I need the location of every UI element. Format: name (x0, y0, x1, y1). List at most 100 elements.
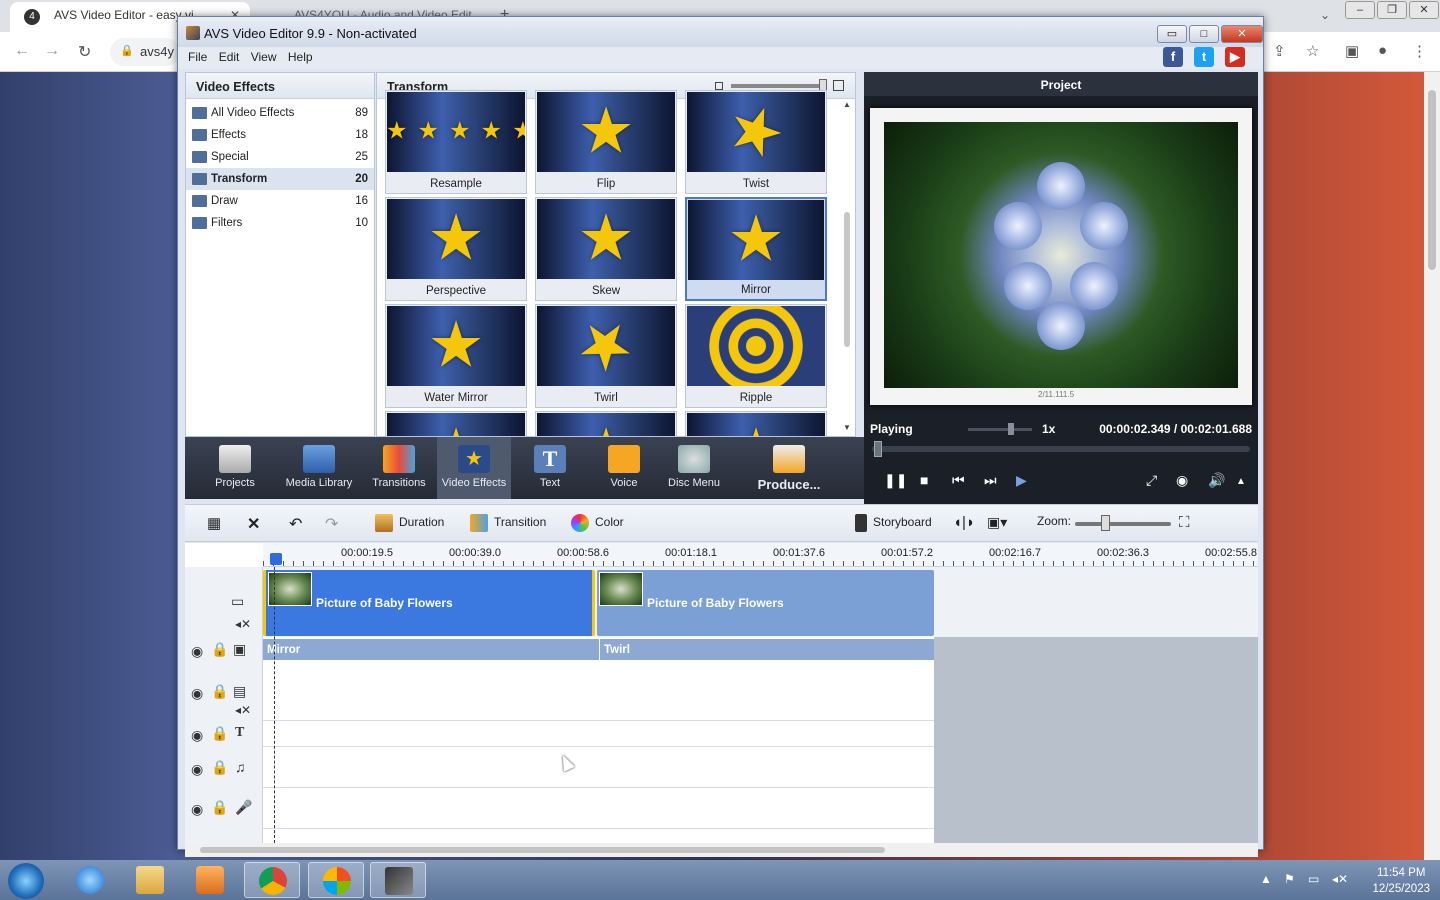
reload-icon[interactable]: ↻ (78, 42, 91, 62)
mute-icon[interactable]: ◂✕ (235, 617, 251, 631)
category-filters[interactable]: Filters 10 (186, 212, 374, 234)
slider-track[interactable] (731, 84, 823, 88)
category-special[interactable]: Special 25 (186, 146, 374, 168)
timeline-scrollbar[interactable] (185, 843, 1258, 857)
color-button[interactable]: Color (571, 514, 624, 532)
speed-slider-track[interactable] (968, 428, 1032, 431)
taskbar-windows-app[interactable] (308, 862, 364, 898)
menu-help[interactable]: Help (288, 50, 313, 64)
effect-tile-water-mirror[interactable]: ★ Water Mirror (385, 304, 527, 408)
eye-icon[interactable]: ◉ (191, 643, 203, 660)
storyboard-button[interactable]: Storyboard (855, 514, 932, 532)
app-minimize-button[interactable]: ▭ (1157, 25, 1187, 43)
effect-tile-twirl[interactable]: ★ Twirl (535, 304, 677, 408)
fit-to-window-icon[interactable]: ⛶ (1179, 514, 1190, 531)
app-close-button[interactable]: ✕ (1221, 25, 1263, 43)
effect-tile-perspective[interactable]: ★ Perspective (385, 197, 527, 301)
eye-icon[interactable]: ◉ (191, 801, 203, 818)
delete-icon[interactable]: ✕ (247, 514, 260, 534)
lock-icon[interactable]: 🔒 (211, 725, 228, 742)
effect-tile-partial[interactable]: ★ (535, 411, 677, 436)
video-clip[interactable]: Picture of Baby Flowers (597, 570, 934, 636)
back-icon[interactable]: ← (14, 42, 30, 60)
voice-lane[interactable] (263, 789, 934, 829)
toolbar-voice[interactable]: Voice (595, 437, 653, 499)
speed-slider-knob[interactable] (1008, 423, 1014, 435)
address-bar[interactable]: 🔒 avs4y (110, 38, 180, 66)
lock-icon[interactable]: 🔒 (211, 641, 228, 658)
storyboard-grid-icon[interactable]: ▦ (207, 514, 221, 532)
taskbar-chrome[interactable] (244, 862, 300, 898)
scroll-down-icon[interactable]: ▼ (841, 423, 853, 432)
volume-icon[interactable]: 🔊 (1208, 472, 1225, 489)
pause-icon[interactable]: ❚❚ (884, 472, 907, 489)
system-clock[interactable]: 11:54 PM 12/25/2023 (1372, 865, 1430, 897)
mute-icon[interactable]: ◂✕ (235, 703, 251, 717)
toolbar-disc-menu[interactable]: Disc Menu (663, 437, 725, 499)
effect-tile-resample[interactable]: ★★★★★★★★★ Resample (385, 90, 527, 194)
taskbar-internet-explorer[interactable] (62, 862, 118, 898)
duration-button[interactable]: Duration (375, 514, 444, 532)
lock-icon[interactable]: 🔒 (211, 759, 228, 776)
effect-tile-skew[interactable]: ★ Skew (535, 197, 677, 301)
profile-icon[interactable]: ● (1378, 42, 1387, 59)
fullscreen-icon[interactable]: ⤢ (1146, 472, 1157, 489)
previous-frame-icon[interactable]: ⏮ (952, 472, 965, 489)
display-options-icon[interactable]: ▣▾ (987, 514, 1007, 531)
timeline-scroll-thumb[interactable] (200, 847, 885, 853)
facebook-icon[interactable]: f (1163, 47, 1183, 67)
share-icon[interactable]: ⇪ (1273, 42, 1286, 60)
page-scrollbar[interactable] (1424, 72, 1440, 860)
effect-tile-mirror[interactable]: ★ Mirror (685, 197, 827, 301)
lock-icon[interactable]: 🔒 (211, 683, 228, 700)
window-titlebar[interactable]: AVS Video Editor 9.9 - Non-activated ▭ □… (178, 17, 1263, 47)
show-hidden-icons[interactable]: ▲ (1260, 872, 1272, 886)
side-panel-icon[interactable]: ▣ (1345, 42, 1359, 60)
network-icon[interactable]: ▭ (1308, 872, 1319, 886)
effect-tile-partial[interactable]: ★ (385, 411, 527, 436)
app-maximize-button[interactable]: □ (1189, 25, 1219, 43)
category-all-video-effects[interactable]: All Video Effects 89 (186, 102, 374, 124)
transition-button[interactable]: Transition (470, 514, 546, 532)
playhead-marker[interactable] (270, 553, 282, 565)
volume-menu-icon[interactable]: ▲ (1236, 476, 1246, 487)
taskbar-avs-video-editor[interactable] (370, 862, 426, 898)
effect-tile-twist[interactable]: ★ Twist (685, 90, 827, 194)
play-selection-icon[interactable]: ▶ (1016, 472, 1027, 489)
close-icon[interactable]: ✕ (1409, 1, 1439, 19)
bookmark-star-icon[interactable]: ☆ (1306, 42, 1319, 60)
toolbar-media-library[interactable]: Media Library (281, 437, 357, 499)
menu-view[interactable]: View (251, 50, 277, 64)
category-transform[interactable]: Transform 20 (186, 168, 374, 190)
youtube-icon[interactable]: ▶ (1225, 47, 1245, 67)
overlay-lane[interactable] (263, 661, 934, 721)
menu-edit[interactable]: Edit (219, 50, 240, 64)
time-ruler[interactable]: 00:00:19.5 00:00:39.0 00:00:58.6 00:01:1… (263, 543, 1258, 567)
category-effects[interactable]: Effects 18 (186, 124, 374, 146)
toolbar-text[interactable]: T Text (521, 437, 579, 499)
zoom-slider-knob[interactable] (1101, 515, 1110, 531)
twitter-icon[interactable]: t (1194, 47, 1214, 67)
start-button[interactable] (8, 863, 44, 899)
menu-file[interactable]: File (188, 50, 207, 64)
music-lane[interactable] (263, 748, 934, 788)
effect-mirror-bar[interactable]: Mirror (267, 644, 300, 656)
video-clip-selected[interactable]: Picture of Baby Flowers (263, 570, 595, 636)
taskbar-file-explorer[interactable] (122, 862, 178, 898)
audio-mixer-icon[interactable]: ◖|◗ (953, 514, 975, 531)
eye-icon[interactable]: ◉ (191, 761, 203, 778)
stop-icon[interactable]: ■ (920, 472, 928, 488)
seek-knob[interactable] (874, 441, 882, 457)
undo-icon[interactable]: ↶ (289, 514, 302, 534)
restore-icon[interactable]: ❐ (1377, 1, 1407, 19)
tiles-scrollbar[interactable]: ▲ ▼ (841, 100, 853, 432)
scroll-up-icon[interactable]: ▲ (841, 100, 853, 109)
effect-tile-partial[interactable]: ★ (685, 411, 827, 436)
text-lane[interactable] (263, 722, 934, 747)
zoom-slider-track[interactable] (1075, 522, 1171, 526)
toolbar-transitions[interactable]: Transitions (365, 437, 433, 499)
effect-tile-ripple[interactable]: Ripple (685, 304, 827, 408)
eye-icon[interactable]: ◉ (191, 727, 203, 744)
minimize-icon[interactable]: – (1345, 1, 1375, 19)
seek-bar[interactable] (872, 441, 1250, 457)
